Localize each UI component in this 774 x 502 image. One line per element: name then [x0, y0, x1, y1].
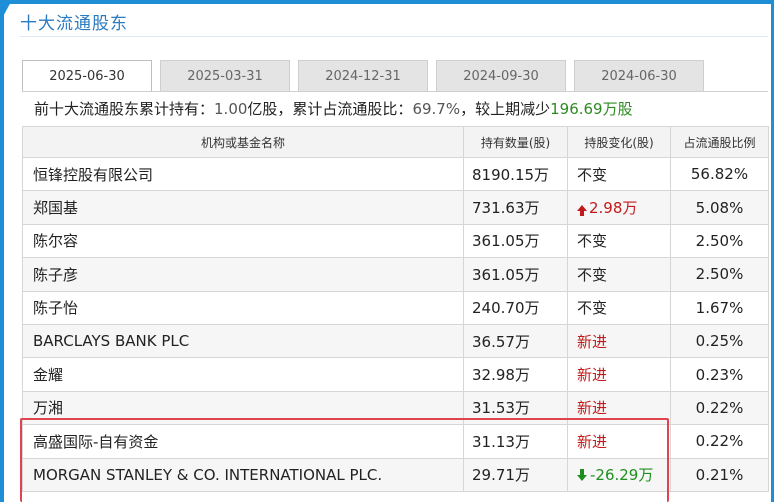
holding-amount: 31.13万 [463, 424, 568, 459]
change-value: 不变 [577, 232, 608, 251]
section-title: 十大流通股东 [20, 14, 128, 34]
summary-change: 196.69万股 [550, 100, 633, 118]
header-pct: 占流通股比例 [670, 126, 769, 158]
float-ratio: 0.22% [670, 424, 769, 459]
holder-name[interactable]: 郑国基 [22, 190, 464, 225]
header-holding: 持有数量(股) [463, 126, 568, 158]
table-row: 陈尔容 361.05万 不变 2.50% [22, 223, 769, 259]
table-body: 恒锋控股有限公司 8190.15万 不变 56.82% 郑国基 731.63万 2.98万 5… [22, 156, 769, 492]
arrow-up-icon [577, 205, 587, 217]
holding-change: 新进 [567, 424, 671, 459]
frame-top-border [0, 0, 774, 4]
table-row: 陈子彦 361.05万 不变 2.50% [22, 257, 769, 292]
holder-name[interactable]: 高盛国际-自有资金 [22, 424, 464, 459]
holding-amount: 32.98万 [463, 357, 568, 392]
float-ratio: 5.08% [670, 190, 769, 225]
summary-shares: 1.00 [214, 100, 248, 118]
header-name: 机构或基金名称 [22, 126, 464, 158]
holding-amount: 29.71万 [463, 457, 568, 492]
float-ratio: 1.67% [670, 290, 769, 325]
float-ratio: 0.23% [670, 357, 769, 392]
frame-left-border [0, 0, 4, 502]
title-divider [20, 36, 768, 37]
change-value: 2.98万 [589, 199, 638, 218]
holding-change: 2.98万 [567, 190, 671, 225]
holding-change: 不变 [567, 223, 671, 259]
holder-name[interactable]: 恒锋控股有限公司 [22, 156, 464, 192]
holder-name[interactable]: BARCLAYS BANK PLC [22, 323, 464, 359]
table-row: 郑国基 731.63万 2.98万 5.08% [22, 190, 769, 225]
change-value: 新进 [577, 332, 608, 351]
change-value: 新进 [577, 399, 608, 418]
holding-amount: 731.63万 [463, 190, 568, 225]
table-row: MORGAN STANLEY & CO. INTERNATIONAL PLC. 2… [22, 457, 769, 492]
float-ratio: 2.50% [670, 223, 769, 259]
float-ratio: 0.22% [670, 390, 769, 426]
float-ratio: 2.50% [670, 257, 769, 292]
table-row: 高盛国际-自有资金 31.13万 新进 0.22% [22, 424, 769, 459]
holding-change: -26.29万 [567, 457, 671, 492]
holding-amount: 8190.15万 [463, 156, 568, 192]
tab-divider [22, 91, 768, 92]
table-row: 万湘 31.53万 新进 0.22% [22, 390, 769, 426]
float-ratio: 0.25% [670, 323, 769, 359]
shareholders-table: 机构或基金名称 持有数量(股) 持股变化(股) 占流通股比例 恒锋控股有限公司 8… [22, 126, 769, 492]
holding-change: 新进 [567, 323, 671, 359]
holder-name[interactable]: 金耀 [22, 357, 464, 392]
table-header-row: 机构或基金名称 持有数量(股) 持股变化(股) 占流通股比例 [22, 126, 769, 158]
holding-amount: 240.70万 [463, 290, 568, 325]
float-ratio: 0.21% [670, 457, 769, 492]
corner-marker [0, 0, 12, 22]
summary-mid: 亿股，累计占流通股比： [247, 100, 413, 118]
tab-2025-06-30[interactable]: 2025-06-30 [22, 60, 152, 92]
holder-name[interactable]: MORGAN STANLEY & CO. INTERNATIONAL PLC. [22, 457, 464, 492]
summary-suffix: ，较上期减少 [460, 100, 551, 118]
tab-2024-09-30[interactable]: 2024-09-30 [436, 60, 566, 91]
table-row: 陈子怡 240.70万 不变 1.67% [22, 290, 769, 325]
holding-change: 新进 [567, 390, 671, 426]
change-value: 不变 [577, 165, 608, 184]
change-value: 新进 [577, 366, 608, 385]
holder-name[interactable]: 陈子怡 [22, 290, 464, 325]
summary-line: 前十大流通股东累计持有：1.00亿股，累计占流通股比：69.7%，较上期减少19… [34, 98, 633, 119]
float-ratio: 56.82% [670, 156, 769, 192]
tab-2024-06-30[interactable]: 2024-06-30 [574, 60, 704, 91]
holder-name[interactable]: 万湘 [22, 390, 464, 426]
holding-change: 新进 [567, 357, 671, 392]
change-value: 不变 [577, 265, 608, 284]
holder-name[interactable]: 陈子彦 [22, 257, 464, 292]
period-tabs: 2025-06-30 2025-03-31 2024-12-31 2024-09… [22, 60, 712, 92]
header-change: 持股变化(股) [567, 126, 671, 158]
summary-prefix: 前十大流通股东累计持有： [34, 100, 215, 118]
table-row: 金耀 32.98万 新进 0.23% [22, 357, 769, 392]
tab-2025-03-31[interactable]: 2025-03-31 [160, 60, 290, 91]
holder-name[interactable]: 陈尔容 [22, 223, 464, 259]
summary-ratio: 69.7% [412, 100, 461, 118]
holding-change: 不变 [567, 257, 671, 292]
change-value: -26.29万 [590, 466, 654, 485]
change-value: 新进 [577, 432, 608, 451]
holding-amount: 361.05万 [463, 257, 568, 292]
holding-change: 不变 [567, 156, 671, 192]
holding-change: 不变 [567, 290, 671, 325]
change-value: 不变 [577, 299, 608, 318]
tab-2024-12-31[interactable]: 2024-12-31 [298, 60, 428, 91]
holding-amount: 361.05万 [463, 223, 568, 259]
arrow-down-icon [577, 469, 587, 482]
holding-amount: 31.53万 [463, 390, 568, 426]
table-row: 恒锋控股有限公司 8190.15万 不变 56.82% [22, 156, 769, 192]
holding-amount: 36.57万 [463, 323, 568, 359]
table-row: BARCLAYS BANK PLC 36.57万 新进 0.25% [22, 323, 769, 359]
